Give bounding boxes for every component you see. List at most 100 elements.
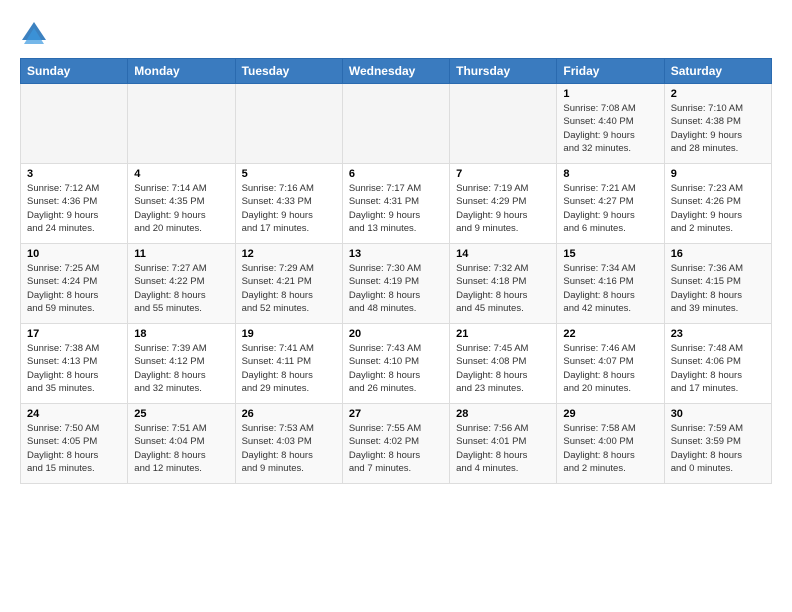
day-cell: 17 Sunrise: 7:38 AMSunset: 4:13 PMDayligh… [21, 324, 128, 404]
day-cell: 9 Sunrise: 7:23 AMSunset: 4:26 PMDaylight… [664, 164, 771, 244]
day-info: Sunrise: 7:14 AMSunset: 4:35 PMDaylight:… [134, 182, 228, 235]
day-number: 17 [27, 328, 121, 340]
page-header [20, 20, 772, 48]
day-cell: 28 Sunrise: 7:56 AMSunset: 4:01 PMDayligh… [450, 404, 557, 484]
day-cell: 25 Sunrise: 7:51 AMSunset: 4:04 PMDayligh… [128, 404, 235, 484]
day-cell: 2 Sunrise: 7:10 AMSunset: 4:38 PMDaylight… [664, 84, 771, 164]
day-cell [450, 84, 557, 164]
day-info: Sunrise: 7:51 AMSunset: 4:04 PMDaylight:… [134, 422, 228, 475]
day-cell: 30Sunrise: 7:59 AMSunset: 3:59 PMDayligh… [664, 404, 771, 484]
day-info: Sunrise: 7:29 AMSunset: 4:21 PMDaylight:… [242, 262, 336, 315]
day-cell: 10 Sunrise: 7:25 AMSunset: 4:24 PMDayligh… [21, 244, 128, 324]
day-cell: 14 Sunrise: 7:32 AMSunset: 4:18 PMDayligh… [450, 244, 557, 324]
weekday-header-saturday: Saturday [664, 59, 771, 84]
day-info: Sunrise: 7:50 AMSunset: 4:05 PMDaylight:… [27, 422, 121, 475]
day-cell: 22Sunrise: 7:46 AMSunset: 4:07 PMDayligh… [557, 324, 664, 404]
day-info: Sunrise: 7:10 AMSunset: 4:38 PMDaylight:… [671, 102, 765, 155]
day-number: 2 [671, 88, 765, 100]
day-cell: 1 Sunrise: 7:08 AMSunset: 4:40 PMDaylight… [557, 84, 664, 164]
day-cell: 15 Sunrise: 7:34 AMSunset: 4:16 PMDayligh… [557, 244, 664, 324]
day-info: Sunrise: 7:46 AMSunset: 4:07 PMDaylight:… [563, 342, 657, 395]
day-number: 20 [349, 328, 443, 340]
day-info: Sunrise: 7:25 AMSunset: 4:24 PMDaylight:… [27, 262, 121, 315]
day-info: Sunrise: 7:38 AMSunset: 4:13 PMDaylight:… [27, 342, 121, 395]
day-number: 27 [349, 408, 443, 420]
logo [20, 20, 52, 48]
week-row-1: 1 Sunrise: 7:08 AMSunset: 4:40 PMDaylight… [21, 84, 772, 164]
day-info: Sunrise: 7:32 AMSunset: 4:18 PMDaylight:… [456, 262, 550, 315]
day-cell: 16 Sunrise: 7:36 AMSunset: 4:15 PMDayligh… [664, 244, 771, 324]
day-cell [21, 84, 128, 164]
day-info: Sunrise: 7:12 AMSunset: 4:36 PMDaylight:… [27, 182, 121, 235]
day-cell: 4 Sunrise: 7:14 AMSunset: 4:35 PMDaylight… [128, 164, 235, 244]
day-number: 21 [456, 328, 550, 340]
day-number: 30 [671, 408, 765, 420]
day-cell [342, 84, 449, 164]
week-row-3: 10 Sunrise: 7:25 AMSunset: 4:24 PMDayligh… [21, 244, 772, 324]
day-cell [128, 84, 235, 164]
day-cell: 23Sunrise: 7:48 AMSunset: 4:06 PMDayligh… [664, 324, 771, 404]
day-info: Sunrise: 7:21 AMSunset: 4:27 PMDaylight:… [563, 182, 657, 235]
day-number: 15 [563, 248, 657, 260]
day-info: Sunrise: 7:19 AMSunset: 4:29 PMDaylight:… [456, 182, 550, 235]
day-cell: 6Sunrise: 7:17 AMSunset: 4:31 PMDaylight… [342, 164, 449, 244]
week-row-4: 17 Sunrise: 7:38 AMSunset: 4:13 PMDayligh… [21, 324, 772, 404]
day-cell: 21 Sunrise: 7:45 AMSunset: 4:08 PMDayligh… [450, 324, 557, 404]
day-number: 1 [563, 88, 657, 100]
day-info: Sunrise: 7:08 AMSunset: 4:40 PMDaylight:… [563, 102, 657, 155]
day-cell: 8 Sunrise: 7:21 AMSunset: 4:27 PMDaylight… [557, 164, 664, 244]
day-number: 24 [27, 408, 121, 420]
day-number: 18 [134, 328, 228, 340]
day-cell: 29 Sunrise: 7:58 AMSunset: 4:00 PMDayligh… [557, 404, 664, 484]
week-row-5: 24 Sunrise: 7:50 AMSunset: 4:05 PMDayligh… [21, 404, 772, 484]
day-number: 25 [134, 408, 228, 420]
day-info: Sunrise: 7:53 AMSunset: 4:03 PMDaylight:… [242, 422, 336, 475]
day-number: 14 [456, 248, 550, 260]
weekday-header-sunday: Sunday [21, 59, 128, 84]
day-number: 3 [27, 168, 121, 180]
day-info: Sunrise: 7:30 AMSunset: 4:19 PMDaylight:… [349, 262, 443, 315]
week-row-2: 3 Sunrise: 7:12 AMSunset: 4:36 PMDaylight… [21, 164, 772, 244]
day-info: Sunrise: 7:23 AMSunset: 4:26 PMDaylight:… [671, 182, 765, 235]
day-number: 8 [563, 168, 657, 180]
day-info: Sunrise: 7:36 AMSunset: 4:15 PMDaylight:… [671, 262, 765, 315]
day-number: 28 [456, 408, 550, 420]
day-cell: 11 Sunrise: 7:27 AMSunset: 4:22 PMDayligh… [128, 244, 235, 324]
day-cell: 19 Sunrise: 7:41 AMSunset: 4:11 PMDayligh… [235, 324, 342, 404]
day-info: Sunrise: 7:27 AMSunset: 4:22 PMDaylight:… [134, 262, 228, 315]
day-number: 4 [134, 168, 228, 180]
day-number: 29 [563, 408, 657, 420]
day-info: Sunrise: 7:41 AMSunset: 4:11 PMDaylight:… [242, 342, 336, 395]
weekday-header-monday: Monday [128, 59, 235, 84]
calendar-table: SundayMondayTuesdayWednesdayThursdayFrid… [20, 58, 772, 484]
weekday-header-tuesday: Tuesday [235, 59, 342, 84]
day-cell: 5 Sunrise: 7:16 AMSunset: 4:33 PMDaylight… [235, 164, 342, 244]
day-number: 13 [349, 248, 443, 260]
day-number: 16 [671, 248, 765, 260]
day-cell: 26 Sunrise: 7:53 AMSunset: 4:03 PMDayligh… [235, 404, 342, 484]
day-info: Sunrise: 7:39 AMSunset: 4:12 PMDaylight:… [134, 342, 228, 395]
day-number: 12 [242, 248, 336, 260]
day-info: Sunrise: 7:34 AMSunset: 4:16 PMDaylight:… [563, 262, 657, 315]
day-cell: 7Sunrise: 7:19 AMSunset: 4:29 PMDaylight… [450, 164, 557, 244]
day-info: Sunrise: 7:56 AMSunset: 4:01 PMDaylight:… [456, 422, 550, 475]
day-number: 23 [671, 328, 765, 340]
day-cell: 27 Sunrise: 7:55 AMSunset: 4:02 PMDayligh… [342, 404, 449, 484]
logo-icon [20, 20, 48, 48]
weekday-header-wednesday: Wednesday [342, 59, 449, 84]
day-number: 19 [242, 328, 336, 340]
day-info: Sunrise: 7:45 AMSunset: 4:08 PMDaylight:… [456, 342, 550, 395]
day-number: 6 [349, 168, 443, 180]
day-number: 26 [242, 408, 336, 420]
day-cell: 20Sunrise: 7:43 AMSunset: 4:10 PMDayligh… [342, 324, 449, 404]
day-info: Sunrise: 7:16 AMSunset: 4:33 PMDaylight:… [242, 182, 336, 235]
day-number: 5 [242, 168, 336, 180]
day-number: 11 [134, 248, 228, 260]
weekday-header-thursday: Thursday [450, 59, 557, 84]
day-number: 9 [671, 168, 765, 180]
day-info: Sunrise: 7:58 AMSunset: 4:00 PMDaylight:… [563, 422, 657, 475]
day-number: 10 [27, 248, 121, 260]
day-info: Sunrise: 7:55 AMSunset: 4:02 PMDaylight:… [349, 422, 443, 475]
weekday-header-row: SundayMondayTuesdayWednesdayThursdayFrid… [21, 59, 772, 84]
day-cell: 24 Sunrise: 7:50 AMSunset: 4:05 PMDayligh… [21, 404, 128, 484]
